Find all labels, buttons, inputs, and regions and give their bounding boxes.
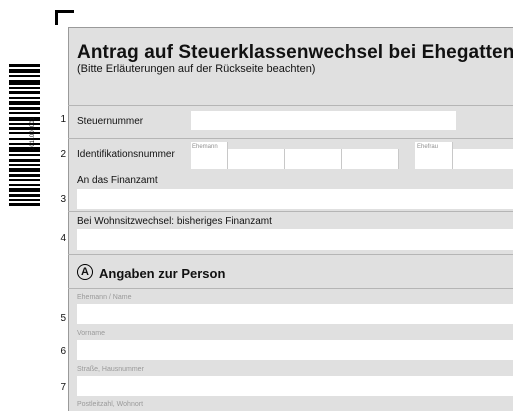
row-number-1: 1 [60,114,66,125]
row-number-3: 3 [60,194,66,205]
row-number-2: 2 [60,149,66,160]
first-name-label: Vorname [77,330,106,337]
barcode-number: 2011006001 [30,117,36,150]
row-number-5: 5 [60,313,66,324]
row-number-6: 6 [60,346,66,357]
row-number-4: 4 [60,233,66,244]
id-number-label: Identifikationsnummer [77,149,175,160]
row-number-7: 7 [60,382,66,393]
barcode-bar [9,203,40,206]
husband-name-label: Ehemann / Name [77,294,132,301]
husband-name-field[interactable] [77,304,513,324]
street-label: Straße, Hausnummer [77,366,144,373]
husband-id-field[interactable]: Ehemann [191,142,400,169]
wife-id-box[interactable] [453,149,513,169]
tax-office-field[interactable] [77,189,513,209]
husband-label: Ehemann [192,144,218,150]
tax-number-field[interactable] [191,111,456,130]
previous-tax-office-label: Bei Wohnsitzwechsel: bisheriges Finanzam… [77,216,272,227]
husband-id-box[interactable]: Ehemann [191,142,228,169]
form-title: Antrag auf Steuerklassenwechsel bei Eheg… [77,42,513,63]
divider [68,254,513,255]
street-field[interactable] [77,376,513,396]
divider [68,211,513,212]
husband-id-box[interactable] [285,149,342,169]
postcode-city-label: Postleitzahl, Wohnort [77,401,144,408]
tax-number-label: Steuernummer [77,116,144,127]
wife-label: Ehefrau [417,144,439,150]
tax-office-label: An das Finanzamt [77,175,158,186]
divider [68,288,513,289]
section-a-title: Angaben zur Person [99,266,226,281]
wife-id-field[interactable]: Ehefrau [415,142,513,169]
first-name-field[interactable] [77,340,513,360]
previous-tax-office-field[interactable] [77,229,513,250]
divider [68,105,513,106]
husband-id-box[interactable] [342,149,399,169]
form-subtitle: (Bitte Erläuterungen auf der Rückseite b… [77,63,316,75]
registration-corner-mark [55,10,74,25]
wife-id-box[interactable]: Ehefrau [415,142,453,169]
divider [68,138,513,139]
section-a-marker: A [77,264,93,280]
husband-id-box[interactable] [228,149,285,169]
